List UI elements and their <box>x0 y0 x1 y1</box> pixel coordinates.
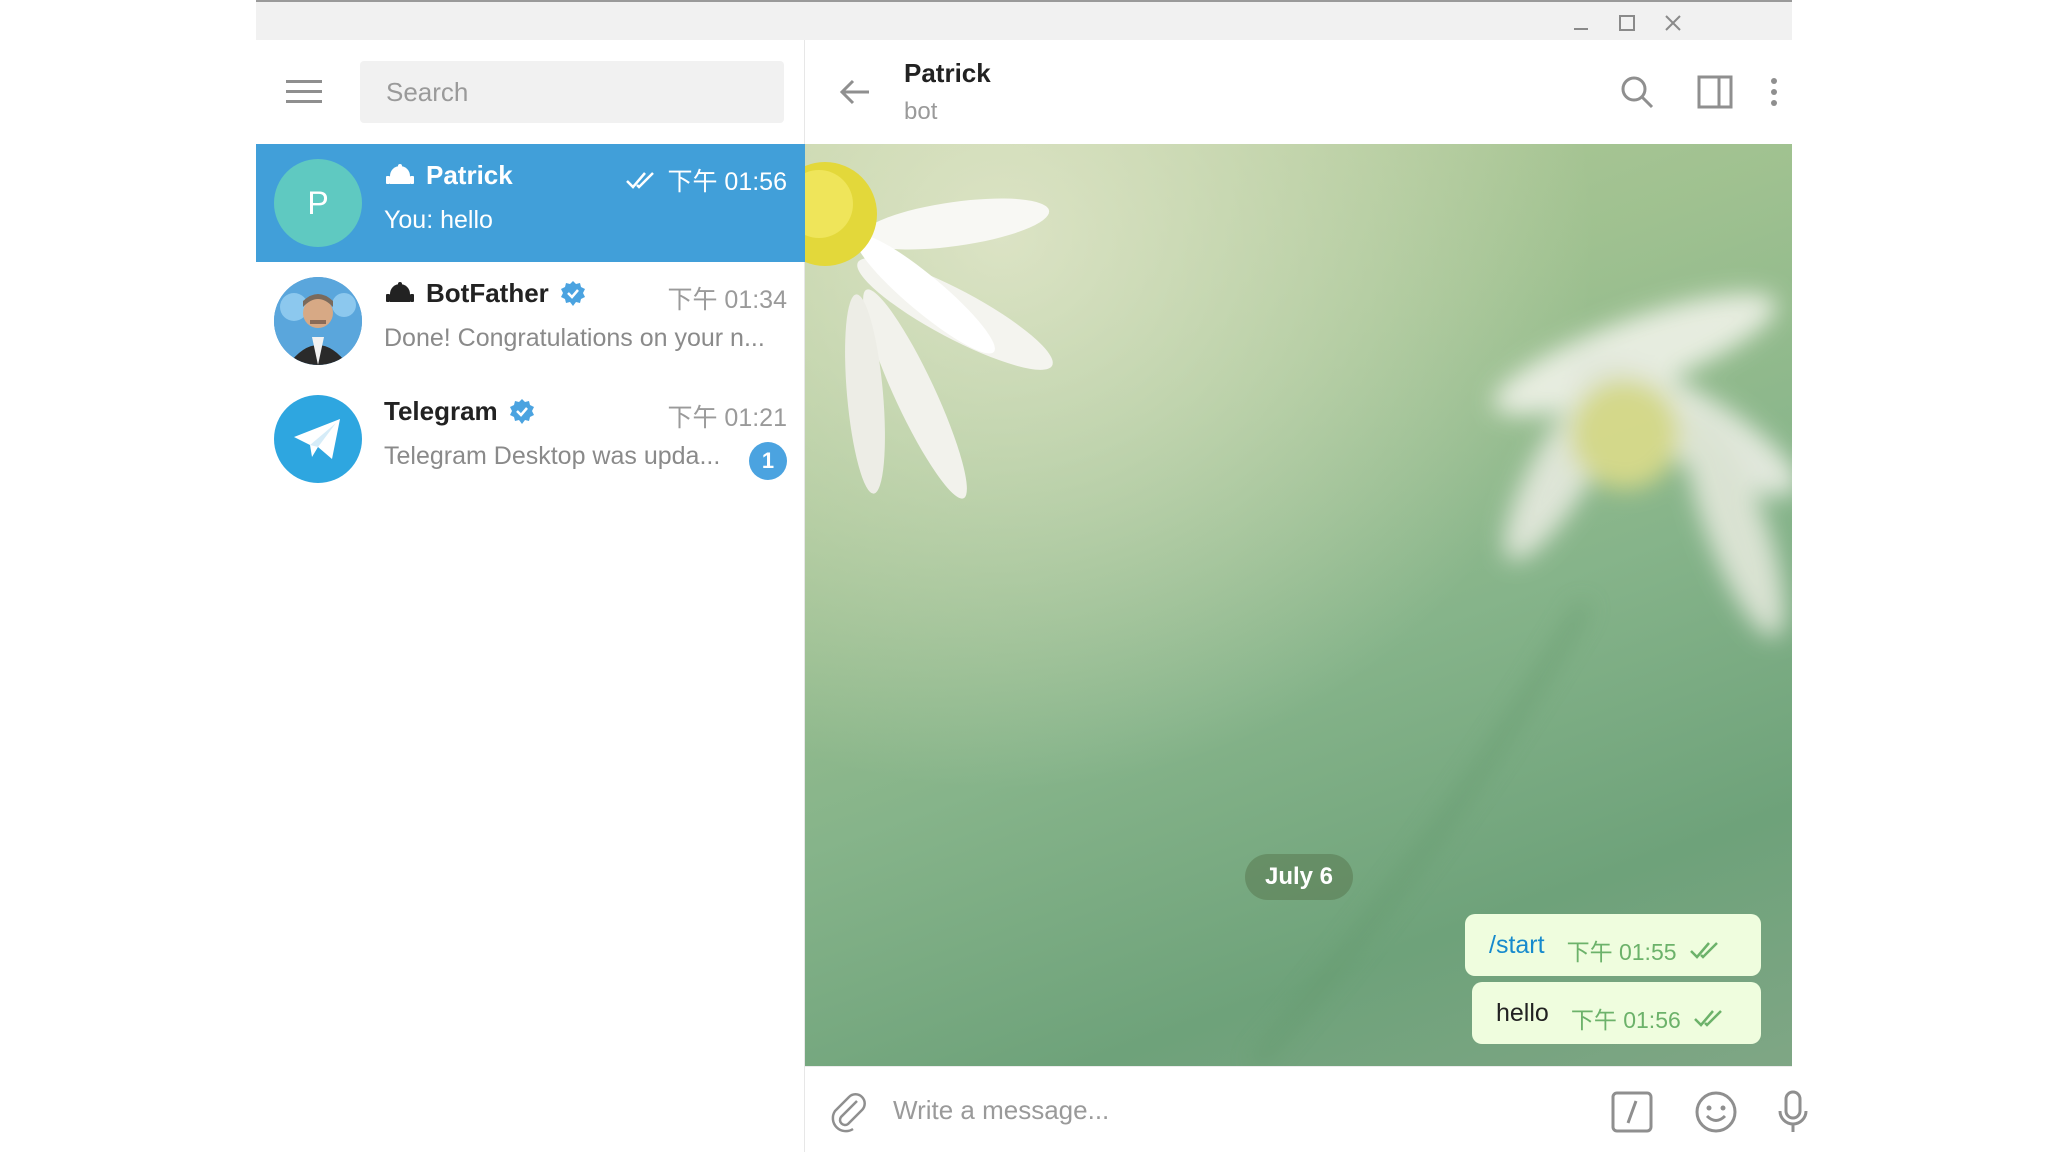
chat-header: Patrick bot <box>805 40 1792 144</box>
chat-time-row: 下午 01:56 <box>625 162 787 198</box>
more-options-icon[interactable] <box>1762 72 1786 112</box>
maximize-button[interactable] <box>1612 8 1642 38</box>
chat-time: 下午 01:56 <box>667 168 787 196</box>
close-window-button[interactable] <box>1658 8 1688 38</box>
message-input[interactable] <box>893 1087 1453 1133</box>
minimize-button[interactable] <box>1566 8 1596 38</box>
message-bubble[interactable]: /start 下午 01:55 <box>1465 914 1761 976</box>
avatar-letter: P <box>307 184 329 221</box>
bot-commands-icon[interactable] <box>1609 1089 1655 1135</box>
main-menu-button[interactable] <box>284 74 324 110</box>
double-check-icon <box>1693 1010 1722 1027</box>
chat-name: BotFather <box>426 278 549 308</box>
emoji-icon[interactable] <box>1693 1089 1739 1135</box>
message-text: hello <box>1496 998 1549 1027</box>
title-bar <box>256 0 1792 40</box>
avatar: P <box>274 159 362 247</box>
verified-badge-icon <box>560 280 585 306</box>
chat-item-patrick[interactable]: P Patrick 下午 01:56 You: hello <box>256 144 805 262</box>
date-separator: July 6 <box>1245 854 1353 900</box>
botfather-avatar <box>274 277 362 365</box>
chat-time: 下午 01:21 <box>667 404 787 432</box>
microphone-icon[interactable] <box>1775 1089 1811 1135</box>
chat-name: Telegram <box>384 396 498 426</box>
paper-plane-icon <box>294 419 340 459</box>
back-arrow-icon[interactable] <box>835 72 875 112</box>
minimize-icon <box>1574 28 1588 30</box>
chat-list-header <box>256 40 805 144</box>
double-check-icon <box>626 172 655 189</box>
search-input[interactable] <box>386 76 784 108</box>
hamburger-menu-icon <box>286 80 322 103</box>
bot-icon <box>386 163 414 184</box>
message-bubble[interactable]: hello 下午 01:56 <box>1472 982 1761 1044</box>
verified-badge-icon <box>509 398 534 424</box>
sidebar-toggle-icon[interactable] <box>1695 72 1735 112</box>
search-icon[interactable] <box>1617 72 1657 112</box>
chat-preview: Done! Congratulations on your n... <box>384 324 765 352</box>
peer-name[interactable]: Patrick <box>904 58 991 89</box>
double-check-icon <box>1689 942 1718 959</box>
chat-preview: You: hello <box>384 206 493 234</box>
conversation-panel: Patrick bot July 6 /start 下午 01:55 hello… <box>805 40 1808 1152</box>
chat-item-botfather[interactable]: BotFather 下午 01:34 Done! Congratulations… <box>256 262 805 380</box>
chat-name: Patrick <box>426 160 513 190</box>
botfather-portrait-icon <box>274 277 362 365</box>
chat-name-row: Telegram <box>384 396 536 427</box>
search-box <box>360 61 784 123</box>
unread-badge: 1 <box>749 442 787 480</box>
message-text[interactable]: /start <box>1489 931 1545 960</box>
telegram-avatar <box>274 395 362 483</box>
bot-icon <box>386 281 414 302</box>
chat-time: 下午 01:34 <box>667 286 787 314</box>
chat-name-row: BotFather <box>384 278 587 309</box>
chat-background: July 6 /start 下午 01:55 hello 下午 01:56 <box>805 144 1792 1066</box>
chat-item-telegram[interactable]: Telegram 下午 01:21 Telegram Desktop was u… <box>256 380 805 498</box>
message-time: 下午 01:56 <box>1570 1007 1681 1033</box>
message-composer <box>805 1066 1808 1152</box>
telegram-window: P Patrick 下午 01:56 You: hello <box>256 0 1808 1152</box>
chat-name-row: Patrick <box>384 160 513 191</box>
paperclip-icon[interactable] <box>827 1089 871 1133</box>
close-icon <box>1665 15 1681 31</box>
maximize-icon <box>1619 15 1635 31</box>
chat-preview: Telegram Desktop was upda... <box>384 442 721 470</box>
peer-status: bot <box>904 98 938 125</box>
chat-list-panel: P Patrick 下午 01:56 You: hello <box>256 40 805 1152</box>
message-time: 下午 01:55 <box>1566 939 1677 965</box>
